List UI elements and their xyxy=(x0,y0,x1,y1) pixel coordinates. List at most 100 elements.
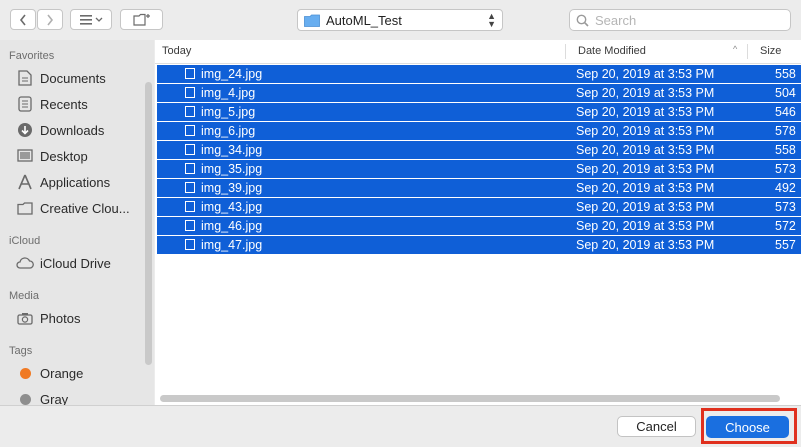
sidebar-item-label: iCloud Drive xyxy=(40,255,111,271)
image-file-icon xyxy=(185,201,195,212)
sidebar-item-desktop[interactable]: Desktop xyxy=(16,146,88,166)
image-file-icon xyxy=(185,87,195,98)
new-folder-icon xyxy=(132,13,150,26)
file-name: img_34.jpg xyxy=(201,143,263,157)
column-header-bar: Today Date Modified ^ Size xyxy=(155,40,801,64)
image-file-icon xyxy=(185,68,195,79)
file-size: 558 xyxy=(775,67,796,81)
file-name: img_5.jpg xyxy=(201,105,256,119)
file-size: 504 xyxy=(775,86,796,100)
file-list: Today Date Modified ^ Size img_24.jpg Sep… xyxy=(155,40,801,405)
sidebar-scrollbar[interactable] xyxy=(145,82,152,365)
sidebar-item-label: Orange xyxy=(40,365,84,381)
sort-chevron-icon: ^ xyxy=(733,44,738,54)
file-name: img_43.jpg xyxy=(201,200,263,214)
sidebar-item-downloads[interactable]: Downloads xyxy=(16,120,104,140)
column-divider[interactable] xyxy=(565,44,566,59)
search-icon xyxy=(576,14,589,27)
sidebar-item-creative-cloud[interactable]: Creative Clou... xyxy=(16,198,130,218)
folder-icon xyxy=(304,14,320,27)
file-date: Sep 20, 2019 at 3:53 PM xyxy=(576,67,715,81)
file-name: img_24.jpg xyxy=(201,67,263,81)
sidebar-section-tags: Tags xyxy=(9,345,33,357)
search-placeholder: Search xyxy=(595,12,637,28)
document-icon xyxy=(16,70,34,86)
file-row[interactable]: img_6.jpg Sep 20, 2019 at 3:53 PM 578 xyxy=(157,122,801,140)
horizontal-scrollbar[interactable] xyxy=(160,395,780,402)
applications-icon xyxy=(16,174,34,190)
sidebar-item-label: Photos xyxy=(40,310,81,326)
chevron-updown-icon: ▲ ▼ xyxy=(487,11,496,29)
file-row[interactable]: img_34.jpg Sep 20, 2019 at 3:53 PM 558 xyxy=(157,141,801,159)
image-file-icon xyxy=(185,125,195,136)
cloud-icon xyxy=(16,255,34,271)
file-name: img_35.jpg xyxy=(201,162,263,176)
download-icon xyxy=(16,122,34,138)
new-folder-button[interactable] xyxy=(120,9,163,30)
sidebar-item-applications[interactable]: Applications xyxy=(16,172,110,192)
toolbar: AutoML_Test ▲ ▼ Search xyxy=(0,0,801,40)
file-row[interactable]: img_47.jpg Sep 20, 2019 at 3:53 PM 557 xyxy=(157,236,801,254)
file-date: Sep 20, 2019 at 3:53 PM xyxy=(576,124,715,138)
path-label: AutoML_Test xyxy=(326,12,402,28)
file-size: 573 xyxy=(775,200,796,214)
forward-button[interactable] xyxy=(37,9,63,30)
file-date: Sep 20, 2019 at 3:53 PM xyxy=(576,219,715,233)
camera-icon xyxy=(16,310,34,326)
chevron-right-icon xyxy=(47,14,54,25)
folder-icon xyxy=(16,200,34,216)
file-row[interactable]: img_4.jpg Sep 20, 2019 at 3:53 PM 504 xyxy=(157,84,801,102)
file-name: img_39.jpg xyxy=(201,181,263,195)
file-row[interactable]: img_43.jpg Sep 20, 2019 at 3:53 PM 573 xyxy=(157,198,801,216)
sidebar-section-favorites: Favorites xyxy=(9,50,55,62)
column-divider[interactable] xyxy=(747,44,748,59)
image-file-icon xyxy=(185,106,195,117)
view-options-button[interactable] xyxy=(70,9,112,30)
choose-button[interactable]: Choose xyxy=(706,416,789,438)
file-size: 492 xyxy=(775,181,796,195)
sidebar-item-documents[interactable]: Documents xyxy=(16,68,106,88)
file-date: Sep 20, 2019 at 3:53 PM xyxy=(576,238,715,252)
file-size: 572 xyxy=(775,219,796,233)
sidebar-item-recents[interactable]: Recents xyxy=(16,94,88,114)
recents-icon xyxy=(16,96,34,112)
column-header-name[interactable]: Today xyxy=(162,45,191,57)
file-size: 573 xyxy=(775,162,796,176)
file-name: img_4.jpg xyxy=(201,86,256,100)
file-size: 557 xyxy=(775,238,796,252)
search-input[interactable]: Search xyxy=(569,9,791,31)
sidebar-item-label: Creative Clou... xyxy=(40,200,130,216)
file-row[interactable]: img_46.jpg Sep 20, 2019 at 3:53 PM 572 xyxy=(157,217,801,235)
cancel-button[interactable]: Cancel xyxy=(617,416,696,437)
sidebar-tag-orange[interactable]: Orange xyxy=(16,363,83,383)
file-size: 578 xyxy=(775,124,796,138)
sidebar-item-label: Recents xyxy=(40,96,88,112)
image-file-icon xyxy=(185,239,195,250)
desktop-icon xyxy=(16,148,34,164)
back-button[interactable] xyxy=(10,9,36,30)
file-row[interactable]: img_24.jpg Sep 20, 2019 at 3:53 PM 558 xyxy=(157,65,801,83)
sidebar-item-icloud-drive[interactable]: iCloud Drive xyxy=(16,253,111,273)
file-date: Sep 20, 2019 at 3:53 PM xyxy=(576,181,715,195)
sidebar-item-label: Applications xyxy=(40,174,111,190)
file-date: Sep 20, 2019 at 3:53 PM xyxy=(576,200,715,214)
sidebar-item-label: Downloads xyxy=(40,122,105,138)
column-header-size[interactable]: Size xyxy=(760,45,781,57)
file-date: Sep 20, 2019 at 3:53 PM xyxy=(576,162,715,176)
file-date: Sep 20, 2019 at 3:53 PM xyxy=(576,143,715,157)
file-row[interactable]: img_35.jpg Sep 20, 2019 at 3:53 PM 573 xyxy=(157,160,801,178)
image-file-icon xyxy=(185,144,195,155)
sidebar-section-media: Media xyxy=(9,290,39,302)
sidebar: Favorites Documents Recents Downloads De… xyxy=(0,40,154,407)
image-file-icon xyxy=(185,163,195,174)
file-date: Sep 20, 2019 at 3:53 PM xyxy=(576,105,715,119)
list-view-icon xyxy=(80,14,103,25)
file-name: img_46.jpg xyxy=(201,219,263,233)
file-row[interactable]: img_39.jpg Sep 20, 2019 at 3:53 PM 492 xyxy=(157,179,801,197)
column-header-date[interactable]: Date Modified xyxy=(578,45,646,57)
sidebar-section-icloud: iCloud xyxy=(9,235,41,247)
file-size: 546 xyxy=(775,105,796,119)
sidebar-item-photos[interactable]: Photos xyxy=(16,308,80,328)
path-popup[interactable]: AutoML_Test ▲ ▼ xyxy=(297,9,503,31)
file-row[interactable]: img_5.jpg Sep 20, 2019 at 3:53 PM 546 xyxy=(157,103,801,121)
